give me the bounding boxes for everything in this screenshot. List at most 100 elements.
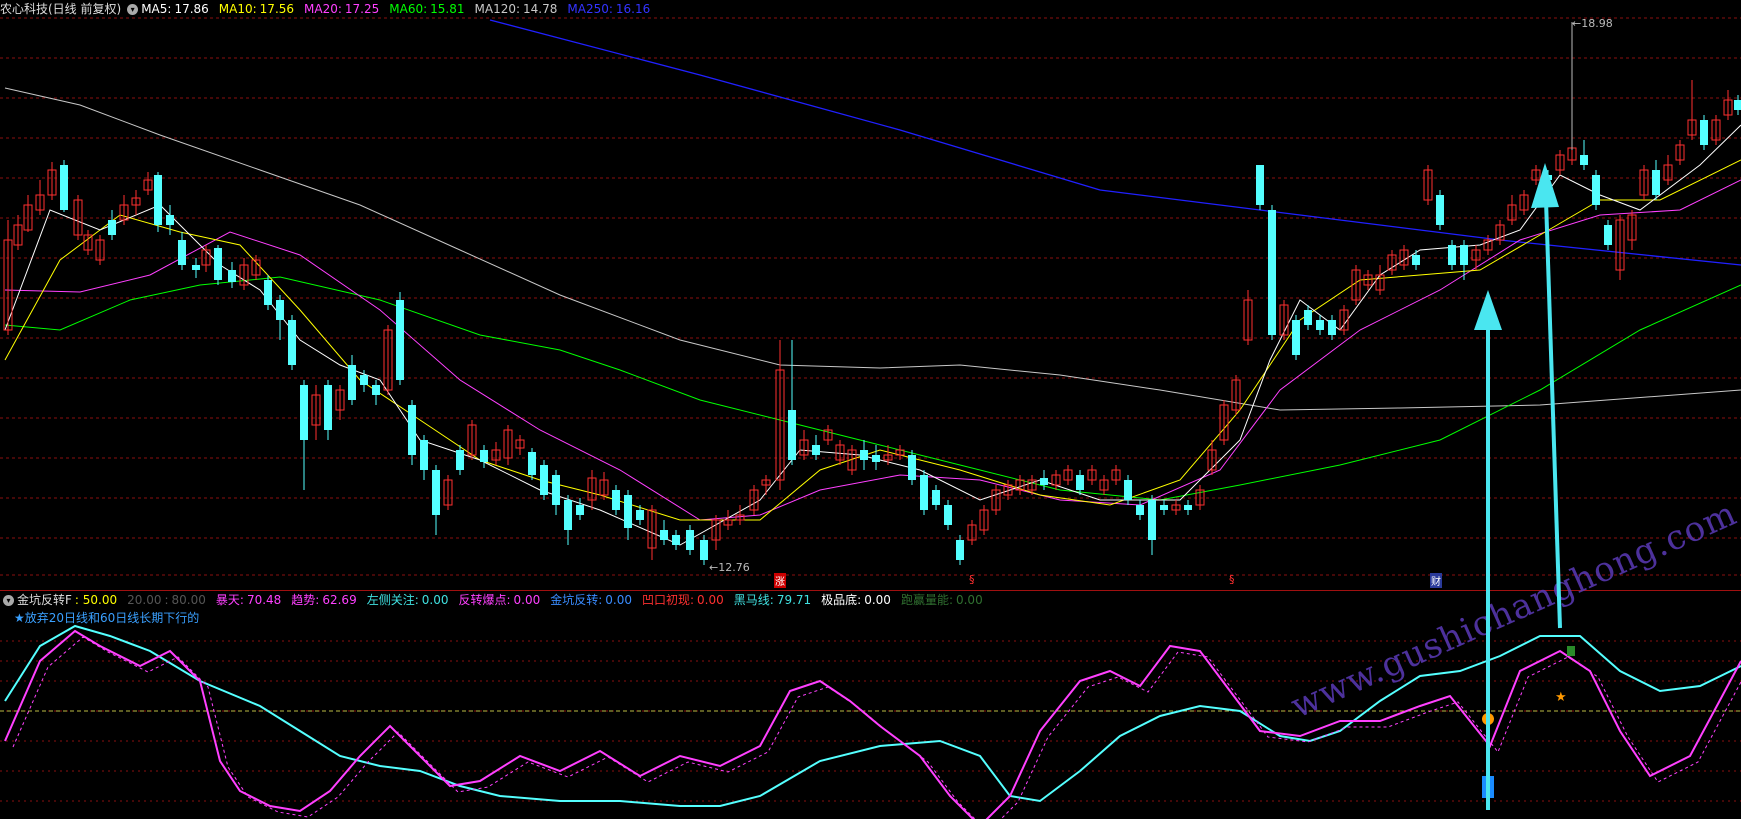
candle-body-down (1652, 170, 1660, 195)
indicator-item-value: 0.00 (955, 593, 983, 607)
candle-body-down (348, 365, 356, 400)
main-legend: 农心科技(日线 前复权) ▾ MA5: 17.86 MA10: 17.56 MA… (0, 0, 660, 18)
candle-body-down (60, 165, 68, 210)
candle-body-down (576, 505, 584, 515)
candle-body-down (288, 320, 296, 365)
indicator-note: ★放弃20日线和60日线长期下行的 (14, 611, 200, 625)
ma250-label: MA250: (567, 2, 613, 16)
candle-body-down (1256, 165, 1264, 205)
candle-body-down (528, 452, 536, 475)
indicator-item-label: 左侧关注: (366, 593, 419, 607)
ma20-line (4, 179, 1741, 521)
ma20-label: MA20: (304, 2, 342, 16)
indicator-item-value: 79.71 (776, 593, 812, 607)
indicator-item-value: 62.69 (322, 593, 357, 607)
candle-body-down (1412, 255, 1420, 265)
indicator-item-label: 黑马线: (733, 593, 774, 607)
indicator-legend: ▾ 金坑反转F : 50.00 20.00 : 80.00 暴天: 70.48 趋势… (0, 591, 996, 609)
indicator-param-sub1: 20.00 (127, 593, 162, 607)
candle-body-down (1136, 505, 1144, 515)
event-marker-zhang[interactable]: 涨 (774, 573, 786, 588)
event-marker-cai[interactable]: 财 (1430, 573, 1442, 588)
candle-body-down (1700, 120, 1708, 145)
price-chart-panel[interactable]: 农心科技(日线 前复权) ▾ MA5: 17.86 MA10: 17.56 MA… (0, 0, 1741, 590)
candle-body-down (1304, 310, 1312, 325)
event-marker-section-2[interactable]: § (1229, 573, 1235, 586)
candle-body-down (300, 385, 308, 440)
green-marker-icon (1567, 646, 1575, 656)
high-price-arrow: ← (1572, 17, 1582, 30)
candle-body-down (552, 475, 560, 505)
indicator-item-label: 反转爆点: (458, 593, 511, 607)
candle-body-down (360, 375, 368, 385)
candle-body-down (108, 220, 116, 235)
candle-body-down (1604, 225, 1612, 245)
ma60-value: 15.81 (430, 2, 465, 16)
ma120-label: MA120: (474, 2, 521, 16)
candle-body-down (324, 385, 332, 430)
candle-body-down (540, 465, 548, 495)
ma10-line (4, 159, 1741, 521)
candle-body-down (564, 500, 572, 530)
indicator-item-label: 跑赢量能: (900, 593, 953, 607)
candle-body-down (480, 450, 488, 462)
low-price-label: ←12.76 (709, 561, 750, 574)
candle-body-down (700, 540, 708, 560)
indicator-param-sep: : (164, 593, 169, 607)
candle-body-down (908, 455, 916, 480)
signal-bar (1482, 776, 1494, 798)
candle-body-down (1148, 500, 1156, 540)
ma10-value: 17.56 (259, 2, 295, 16)
indicator-item-value: 0.00 (697, 593, 724, 607)
candle-body-down (1592, 175, 1600, 205)
candle-body-down (636, 510, 644, 520)
low-price-arrow: ← (709, 561, 719, 574)
indicator-param-main: : 50.00 (74, 593, 118, 607)
candle-body-down (1580, 155, 1588, 165)
high-price-value: 18.98 (1581, 17, 1613, 30)
high-price-label: ←18.98 (1572, 17, 1613, 30)
candle-body-down (264, 280, 272, 305)
candle-body-down (228, 270, 236, 282)
trend-line (12, 636, 1741, 819)
candle-body-down (1076, 475, 1084, 490)
candle-body-down (1040, 478, 1048, 485)
ma60-line (4, 276, 1741, 501)
indicator-param-sub2: 80.00 (171, 593, 206, 607)
ma60-label: MA60: (389, 2, 428, 16)
candle-body-down (1436, 195, 1444, 225)
indicator-item-label: 趋势: (291, 593, 320, 607)
hei-ma-line (4, 624, 1741, 807)
candle-body-down (456, 450, 464, 470)
signal-face-icon (1482, 713, 1494, 725)
candle-body-down (686, 530, 694, 550)
indicator-item-label: 凹口初现: (642, 593, 695, 607)
ma20-value: 17.25 (344, 2, 380, 16)
indicator-item-value: 0.00 (421, 593, 449, 607)
candle-body-down (860, 450, 868, 460)
candle-body-down (178, 240, 186, 265)
candle-body-down (788, 410, 796, 460)
candle-body-down (276, 300, 284, 320)
ma250-line (489, 19, 1741, 266)
ma250-value: 16.16 (615, 2, 651, 16)
ma120-value: 14.78 (523, 2, 558, 16)
candle-body-down (166, 215, 174, 225)
candle-body-down (672, 535, 680, 545)
indicator-item-label: 暴天: (215, 593, 244, 607)
candle-body-down (1184, 505, 1192, 510)
ma10-label: MA10: (218, 2, 257, 16)
candle-body-down (1160, 505, 1168, 510)
candle-body-down (1734, 100, 1741, 110)
indicator-settings-icon[interactable]: ▾ (3, 594, 14, 606)
ma5-label: MA5: (141, 2, 172, 16)
star-marker-icon: ★ (1555, 690, 1567, 705)
candlestick-chart[interactable] (0, 0, 1741, 590)
event-marker-section-1[interactable]: § (969, 573, 975, 586)
settings-icon[interactable]: ▾ (127, 3, 139, 15)
candle-body-down (944, 505, 952, 525)
candle-body-down (920, 475, 928, 510)
candle-body-down (154, 175, 162, 225)
indicator-item-label: 极品底: (821, 593, 862, 607)
candle-body-down (932, 490, 940, 505)
